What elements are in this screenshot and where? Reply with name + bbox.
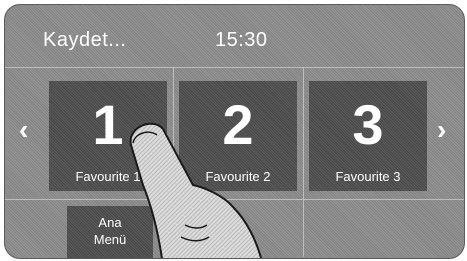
chevron-right-icon[interactable]: › [437, 115, 446, 145]
clock: 15:30 [215, 29, 268, 51]
status-title: Kaydet... [43, 29, 127, 51]
divider [303, 67, 304, 257]
favourite-label: Favourite 3 [335, 169, 401, 184]
favourite-tile-3[interactable]: 3 Favourite 3 [309, 81, 427, 191]
divider [5, 67, 464, 68]
pointing-finger-icon [129, 122, 263, 258]
status-bar: Kaydet... 15:30 [5, 5, 464, 67]
touchscreen: Kaydet... 15:30 ‹ › 1 Favourite 1 2 Favo… [4, 4, 465, 259]
favourite-number: 3 [352, 93, 384, 156]
chevron-left-icon[interactable]: ‹ [19, 115, 28, 145]
